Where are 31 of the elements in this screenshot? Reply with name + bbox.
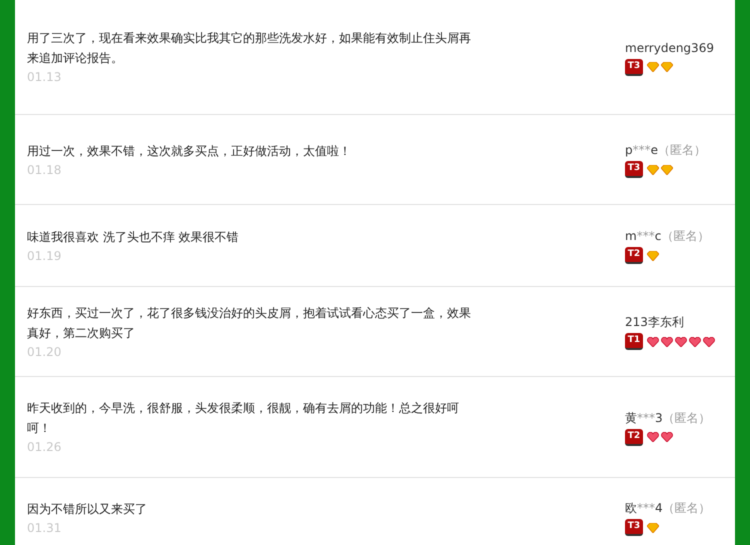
level-badge: T1 xyxy=(625,333,643,350)
heart-icon xyxy=(661,336,673,346)
heart-icon xyxy=(647,336,659,346)
level-badge: T3 xyxy=(625,161,643,178)
review-text: 味道我很喜欢 洗了头也不痒 效果很不错 xyxy=(27,228,240,246)
username[interactable]: 213李东利 xyxy=(625,313,715,331)
username[interactable]: merrydeng369 xyxy=(625,38,714,56)
level-badge: T2 xyxy=(625,247,643,264)
username[interactable]: p***e（匿名） xyxy=(625,141,706,159)
heart-icon xyxy=(647,432,659,442)
heart-icon xyxy=(703,336,715,346)
diamond-icon xyxy=(647,522,659,532)
review-text: 因为不错所以又来买了 xyxy=(27,500,148,518)
heart-icon xyxy=(675,336,687,346)
username[interactable]: m***c（匿名） xyxy=(625,227,710,245)
heart-icon xyxy=(689,336,701,346)
level-badge: T3 xyxy=(625,58,643,76)
level-badge: T2 xyxy=(625,428,643,446)
review-text: 用了三次了，现在看来效果确实比我其它的那些洗发水好，如果能有效制止住头屑再来追加评论报告。 xyxy=(27,30,472,67)
level-badge: T3 xyxy=(625,519,643,536)
username[interactable]: 欧***4（匿名） xyxy=(625,499,711,517)
review-text: 昨天收到的，今早洗，很舒服，头发很柔顺，很靓，确有去屑的功能！总之很好呵呵！ xyxy=(27,400,460,437)
username[interactable]: 黄***3（匿名） xyxy=(625,408,711,426)
review-text: 好东西，买过一次了，花了很多钱没治好的头皮屑，抱着试试看心态买了一盒，效果真好，第二次购买了 xyxy=(27,304,472,342)
diamond-icon xyxy=(661,164,673,174)
diamond-icon xyxy=(647,250,659,260)
heart-icon xyxy=(661,432,673,442)
diamond-icon xyxy=(647,164,659,174)
review-text: 用过一次，效果不错，这次就多买点，正好做活动，太值啦！ xyxy=(27,142,352,160)
diamond-icon xyxy=(647,62,659,72)
diamond-icon xyxy=(661,62,673,72)
